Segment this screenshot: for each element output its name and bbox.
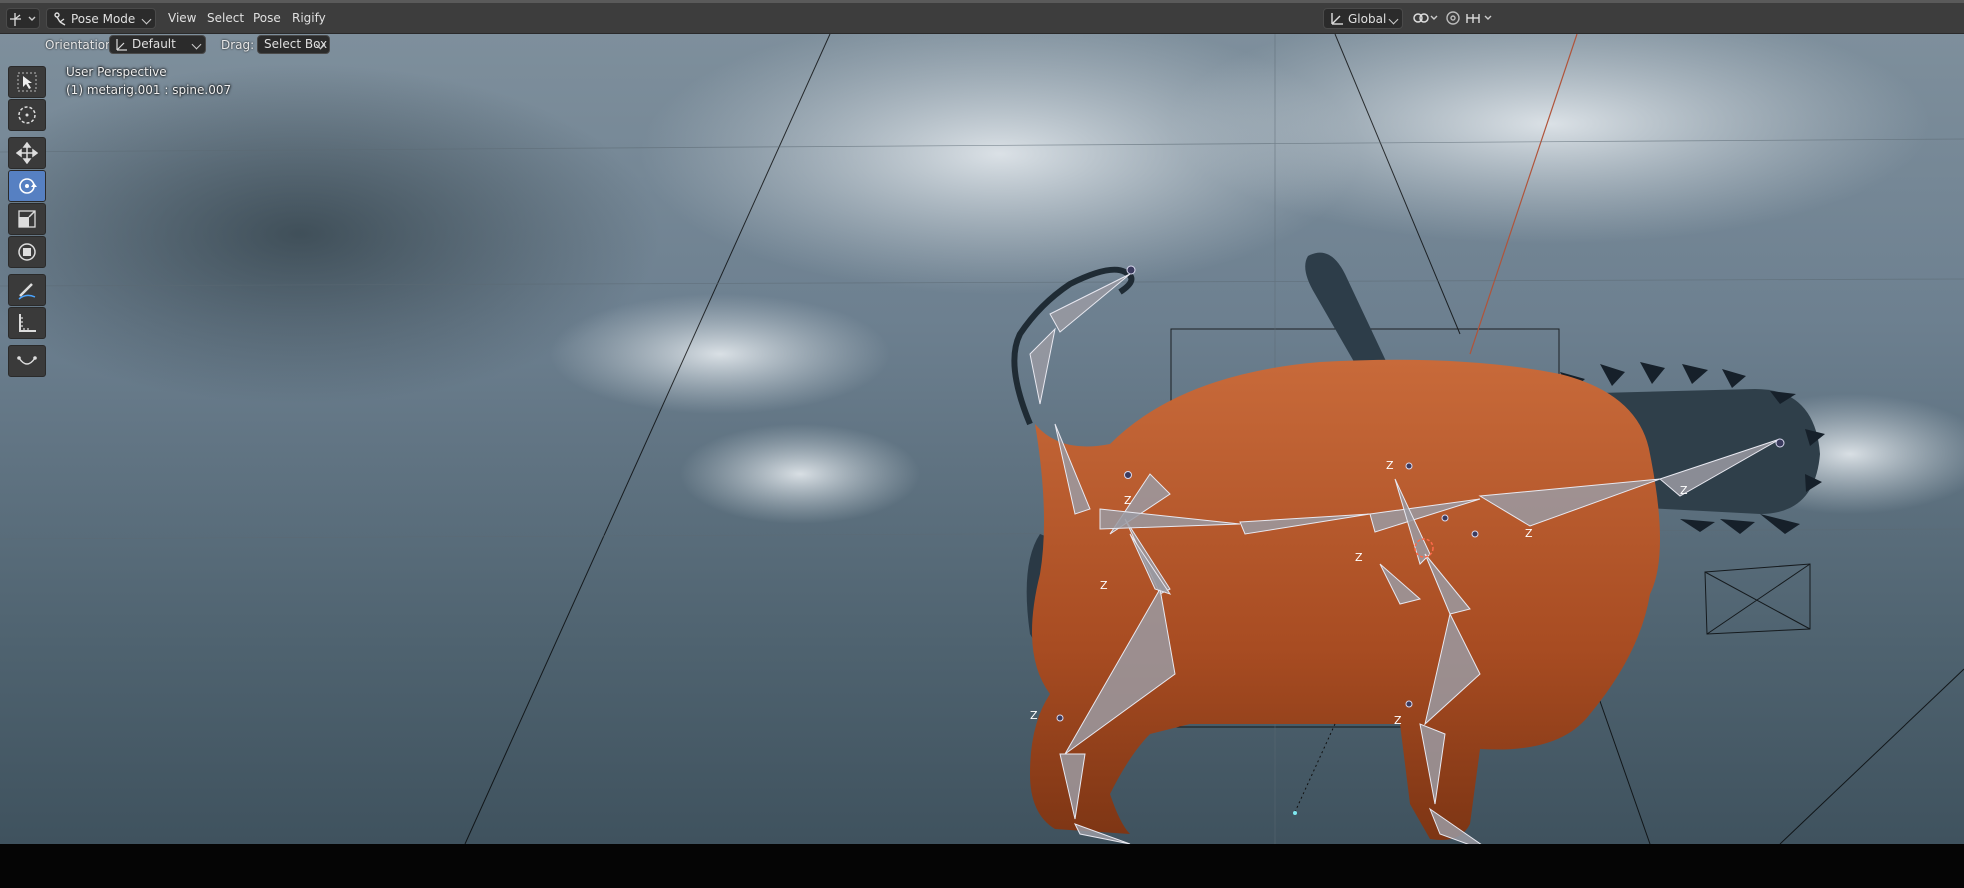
menu-rigify[interactable]: Rigify <box>288 8 330 29</box>
bone-curve-tool[interactable] <box>8 345 46 377</box>
orientation-dropdown[interactable]: Default <box>109 35 206 54</box>
mode-label: Pose Mode <box>71 12 136 26</box>
rotate-icon <box>19 178 37 194</box>
3d-viewport[interactable]: Z Z Z Z Z Z Z Z Orientation: Default Dra… <box>0 34 1964 844</box>
tool-options-bar: Orientation: Default Drag: Select Box <box>0 34 1964 56</box>
orientation-label: Orientation: <box>45 38 117 52</box>
viewport-scene: Z Z Z Z Z Z Z Z <box>0 34 1964 844</box>
scale-tool[interactable] <box>8 203 46 235</box>
orientation-label: Global <box>1348 12 1387 26</box>
link-icon <box>1413 13 1438 23</box>
chevron-down-icon <box>191 39 202 50</box>
svg-text:Z: Z <box>1124 494 1132 507</box>
rotate-tool[interactable] <box>8 170 46 202</box>
ruler-icon <box>19 314 36 332</box>
measure-tool[interactable] <box>8 307 46 339</box>
mode-dropdown[interactable]: Pose Mode <box>46 8 156 29</box>
annotate-tool[interactable] <box>8 274 46 306</box>
move-tool[interactable] <box>8 137 46 169</box>
transform-icon <box>18 243 36 261</box>
transform-tool[interactable] <box>8 236 46 268</box>
crosshair-circle-icon <box>18 106 36 124</box>
menu-view[interactable]: View <box>164 8 200 29</box>
svg-text:Z: Z <box>1394 714 1402 727</box>
orientation-axes-icon <box>1331 13 1343 25</box>
svg-text:Z: Z <box>1030 709 1038 722</box>
pivot-dropdown[interactable] <box>1409 8 1439 29</box>
scale-icon <box>18 210 36 228</box>
svg-text:Z: Z <box>1386 459 1394 472</box>
svg-text:Z: Z <box>1355 551 1363 564</box>
gizmo-icon <box>116 39 127 51</box>
proportional-icon <box>1446 11 1460 25</box>
curve-icon <box>17 356 37 365</box>
view-perspective-label: User Perspective <box>66 65 167 79</box>
orientation-value: Default <box>132 37 176 51</box>
options-icon <box>1466 14 1492 23</box>
viewport-header: Pose Mode View Select Pose Rigify Global <box>0 3 1964 34</box>
editor-type-button[interactable] <box>6 8 40 29</box>
chevron-down-icon <box>1388 14 1399 25</box>
transform-orientation-dropdown[interactable]: Global <box>1323 8 1403 29</box>
bottom-bar <box>0 844 1964 888</box>
drag-label: Drag: <box>221 38 255 52</box>
menu-pose[interactable]: Pose <box>249 8 285 29</box>
cursor-tool[interactable] <box>8 99 46 131</box>
move-arrows-icon <box>16 142 38 164</box>
svg-text:Z: Z <box>1680 484 1688 497</box>
svg-text:Z: Z <box>1100 579 1108 592</box>
proportional-edit-button[interactable] <box>1444 8 1462 29</box>
svg-text:Z: Z <box>1525 527 1533 540</box>
active-object-label: (1) metarig.001 : spine.007 <box>66 83 232 97</box>
viewport-editor-icon <box>10 13 36 26</box>
options-dropdown[interactable] <box>1464 8 1496 29</box>
pencil-icon <box>18 283 36 300</box>
cursor-arrow-icon <box>17 72 37 92</box>
select-box-tool[interactable] <box>8 66 46 98</box>
pose-mode-icon <box>54 12 66 26</box>
menu-select[interactable]: Select <box>203 8 248 29</box>
chevron-down-icon <box>141 14 152 25</box>
drag-dropdown[interactable]: Select Box <box>257 35 330 54</box>
